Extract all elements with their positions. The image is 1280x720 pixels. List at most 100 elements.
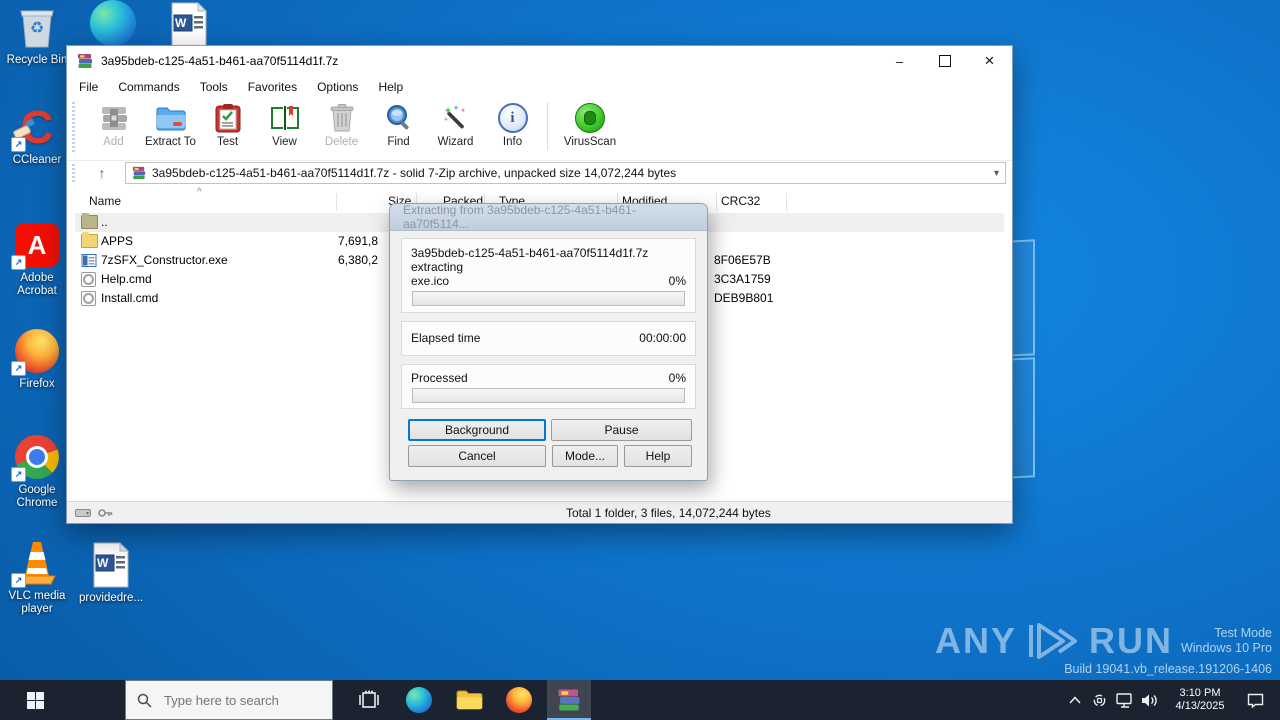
menu-label: Favorites [247,80,298,94]
desktop-icon-firefox[interactable]: ↗ Firefox [6,328,68,391]
address-text: 3a95bdeb-c125-4a51-b461-aa70f5114d1f.7z … [152,166,677,180]
minimize-button[interactable]: – [877,46,922,76]
mode-button[interactable]: Mode... [552,445,618,467]
dialog-title-bar[interactable]: Extracting from 3a95bdeb-c125-4a51-b461-… [390,203,707,231]
toolbar-view-button[interactable]: View [256,98,313,160]
desktop-icon-recycle-bin[interactable]: ♻ Recycle Bin [6,4,68,67]
file-name: .. [101,215,108,229]
clock-date: 4/13/2025 [1175,700,1225,712]
tray-volume-button[interactable] [1137,680,1162,720]
processed-panel: Processed 0% [401,364,696,409]
toolbar-add-button[interactable]: Add [85,98,142,160]
menu-tools[interactable]: Tools [190,76,238,98]
address-combobox[interactable]: 3a95bdeb-c125-4a51-b461-aa70f5114d1f.7z … [125,162,1006,184]
desktop-icon-word-doc[interactable]: W [158,2,220,48]
close-icon: × [984,51,995,70]
menu-favorites[interactable]: Favorites [238,76,307,98]
anyrun-watermark: ANY RUN Test Mode Windows 10 Pro Build 1… [935,622,1272,677]
status-bar: Total 1 folder, 3 files, 14,072,244 byte… [67,501,1012,523]
archive-name-text: 3a95bdeb-c125-4a51-b461-aa70f5114d1f.7z [411,246,649,260]
toolbar-separator [547,102,548,150]
toolbar-label: Extract To [145,136,196,148]
file-progress-bar [412,291,685,306]
up-one-level-button[interactable]: ↑ [89,162,115,184]
file-name: 7zSFX_Constructor.exe [101,253,228,267]
desktop-icon-vlc[interactable]: ↗ VLC media player [6,540,68,616]
toolbar-find-button[interactable]: Find [370,98,427,160]
system-tray: 3:10 PM 4/13/2025 [1062,680,1280,720]
taskbar-winrar-button[interactable] [547,680,591,720]
dropdown-icon[interactable]: ▾ [994,168,999,179]
tray-expand-button[interactable] [1062,680,1087,720]
column-crc32[interactable]: CRC32 [721,194,760,208]
file-percent-text: 0% [668,274,686,288]
desktop-icon-provided-doc[interactable]: W providedre... [79,542,143,605]
menu-options[interactable]: Options [307,76,368,98]
background-button[interactable]: Background [408,419,546,441]
maximize-button[interactable] [922,46,967,76]
toolbar-test-button[interactable]: Test [199,98,256,160]
cancel-button[interactable]: Cancel [408,445,546,467]
firefox-icon [506,687,532,713]
toolbar-label: View [272,136,297,148]
toolbar-extract-button[interactable]: Extract To [142,98,199,160]
toolbar-wizard-button[interactable]: Wizard [427,98,484,160]
cmd-file-icon [81,291,96,306]
menu-label: Tools [199,80,228,94]
key-icon[interactable] [97,507,113,519]
close-button[interactable]: × [967,46,1012,76]
desktop-icon-adobe-acrobat[interactable]: A ↗ Adobe Acrobat [6,222,68,298]
column-separator [716,193,717,211]
recycle-glyph: ♻ [29,20,45,37]
start-button[interactable] [0,680,70,720]
taskbar-edge-button[interactable] [397,680,441,720]
desktop-icon-ccleaner[interactable]: C ↗ CCleaner [6,104,68,167]
virusscan-icon [574,102,606,134]
search-input[interactable] [162,691,316,709]
toolbar-delete-button[interactable]: Delete [313,98,370,160]
task-view-button[interactable] [347,680,391,720]
extraction-dialog: Extracting from 3a95bdeb-c125-4a51-b461-… [389,203,708,481]
menu-help[interactable]: Help [368,76,413,98]
desktop-icon-label: VLC media player [8,590,66,615]
menu-label: Options [317,80,359,94]
toolbar-virusscan-button[interactable]: VirusScan [558,98,622,160]
elapsed-label: Elapsed time [411,331,481,345]
word-doc-icon: W [88,542,134,588]
toolbar-info-button[interactable]: i Info [484,98,541,160]
tray-agent-button[interactable] [1087,680,1112,720]
taskbar-explorer-button[interactable] [447,680,491,720]
edge-icon [90,0,136,46]
action-center-button[interactable] [1238,680,1272,720]
tray-network-button[interactable] [1112,680,1137,720]
taskbar: 3:10 PM 4/13/2025 [0,680,1280,720]
add-icon [98,102,130,134]
elapsed-panel: Elapsed time 00:00:00 [401,321,696,356]
shortcut-badge: ↗ [11,467,26,482]
menu-bar: File Commands Tools Favorites Options He… [69,76,1010,98]
adobe-acrobat-icon: A ↗ [11,222,60,270]
menu-file[interactable]: File [69,76,108,98]
desktop-icon-google-chrome[interactable]: ↗ Google Chrome [6,434,68,510]
column-name[interactable]: Name [89,194,121,208]
total-progress-bar [412,388,685,403]
recycle-bin-icon: ♻ [14,4,60,50]
toolbar-label: Wizard [437,136,474,148]
pause-button[interactable]: Pause [551,419,692,441]
desktop-icon-edge[interactable] [82,0,144,46]
info-letter: i [510,109,515,126]
help-button[interactable]: Help [624,445,692,467]
button-label: Background [444,423,510,437]
taskbar-search[interactable] [125,680,333,720]
taskbar-firefox-button[interactable] [497,680,541,720]
search-icon [137,693,152,708]
processed-percent: 0% [668,371,686,385]
title-bar[interactable]: 3a95bdeb-c125-4a51-b461-aa70f5114d1f.7z … [67,46,1012,76]
firefox-icon: ↗ [11,328,60,376]
taskbar-clock[interactable]: 3:10 PM 4/13/2025 [1168,687,1232,713]
status-text: Total 1 folder, 3 files, 14,072,244 byte… [566,505,771,520]
desktop-icon-label: providedre... [79,592,143,604]
drive-icon[interactable] [75,508,91,518]
notification-icon [1247,693,1263,708]
menu-commands[interactable]: Commands [108,76,189,98]
